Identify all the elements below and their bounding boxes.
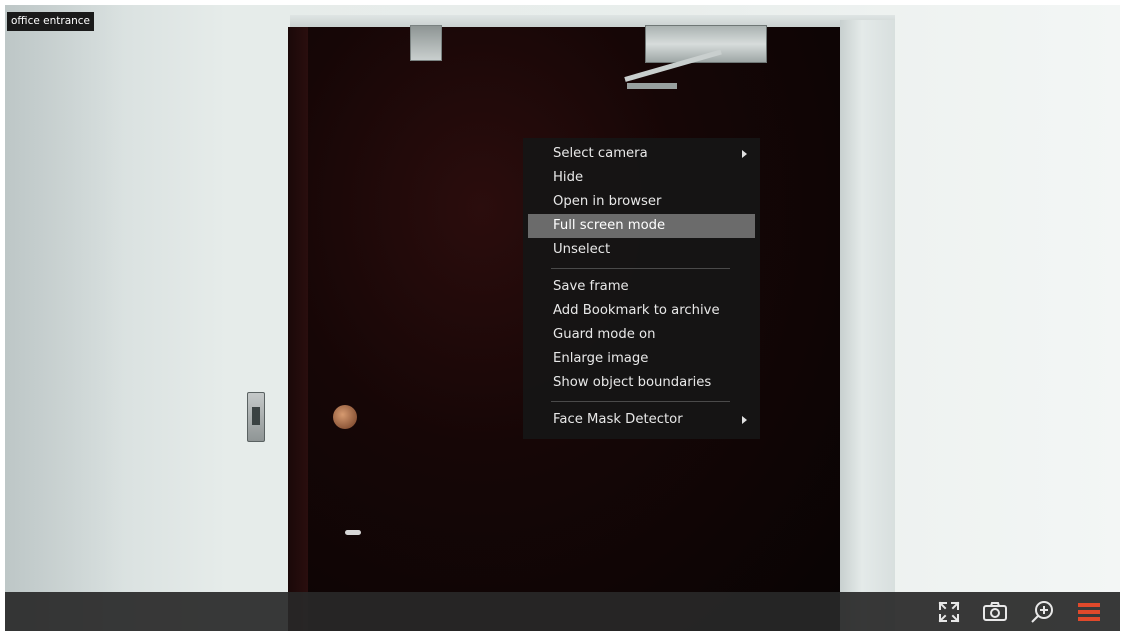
menu-icon	[1078, 602, 1100, 621]
context-menu: Select camera Hide Open in browser Full …	[523, 138, 760, 439]
door-frame-right	[840, 20, 895, 631]
menu-item-enlarge-image[interactable]: Enlarge image	[528, 347, 755, 371]
submenu-arrow-icon	[742, 416, 747, 424]
door-handle	[345, 530, 361, 535]
menu-item-face-mask-detector[interactable]: Face Mask Detector	[528, 408, 755, 432]
menu-item-label: Guard mode on	[553, 327, 656, 342]
menu-item-label: Full screen mode	[553, 218, 666, 233]
menu-item-unselect[interactable]: Unselect	[528, 238, 755, 262]
menu-item-label: Enlarge image	[553, 351, 649, 366]
menu-item-add-bookmark[interactable]: Add Bookmark to archive	[528, 299, 755, 323]
menu-item-label: Select camera	[553, 146, 648, 161]
camera-snapshot-icon	[983, 601, 1007, 621]
menu-separator	[551, 268, 730, 269]
menu-item-label: Show object boundaries	[553, 375, 712, 390]
door-edge	[288, 27, 308, 631]
camera-view[interactable]: office entrance Select camera Hide Open …	[5, 5, 1120, 631]
camera-name-label: office entrance	[7, 12, 95, 31]
menu-item-label: Face Mask Detector	[553, 412, 683, 427]
menu-item-select-camera[interactable]: Select camera	[528, 142, 755, 166]
menu-item-label: Save frame	[553, 279, 629, 294]
menu-item-label: Hide	[553, 170, 584, 185]
menu-item-full-screen-mode[interactable]: Full screen mode	[528, 214, 755, 238]
menu-item-save-frame[interactable]: Save frame	[528, 275, 755, 299]
menu-button[interactable]	[1073, 592, 1105, 631]
menu-item-guard-mode-on[interactable]: Guard mode on	[528, 323, 755, 347]
menu-item-label: Unselect	[553, 242, 611, 257]
save-frame-button[interactable]	[979, 592, 1011, 631]
zoom-in-icon	[1031, 600, 1053, 623]
menu-item-hide[interactable]: Hide	[528, 166, 755, 190]
menu-item-open-in-browser[interactable]: Open in browser	[528, 190, 755, 214]
menu-item-label: Add Bookmark to archive	[553, 303, 720, 318]
menu-item-show-object-boundaries[interactable]: Show object boundaries	[528, 371, 755, 395]
submenu-arrow-icon	[742, 150, 747, 158]
door-closer-arm-base	[627, 83, 677, 89]
door-hinge-plate	[410, 25, 442, 61]
door-lock	[333, 405, 357, 429]
camera-toolbar	[5, 592, 1120, 631]
fullscreen-icon	[938, 601, 960, 622]
menu-item-label: Open in browser	[553, 194, 662, 209]
fullscreen-button[interactable]	[933, 592, 965, 631]
menu-separator	[551, 401, 730, 402]
wall-shade	[5, 5, 125, 631]
wall-switch	[247, 392, 265, 442]
zoom-in-button[interactable]	[1026, 592, 1058, 631]
